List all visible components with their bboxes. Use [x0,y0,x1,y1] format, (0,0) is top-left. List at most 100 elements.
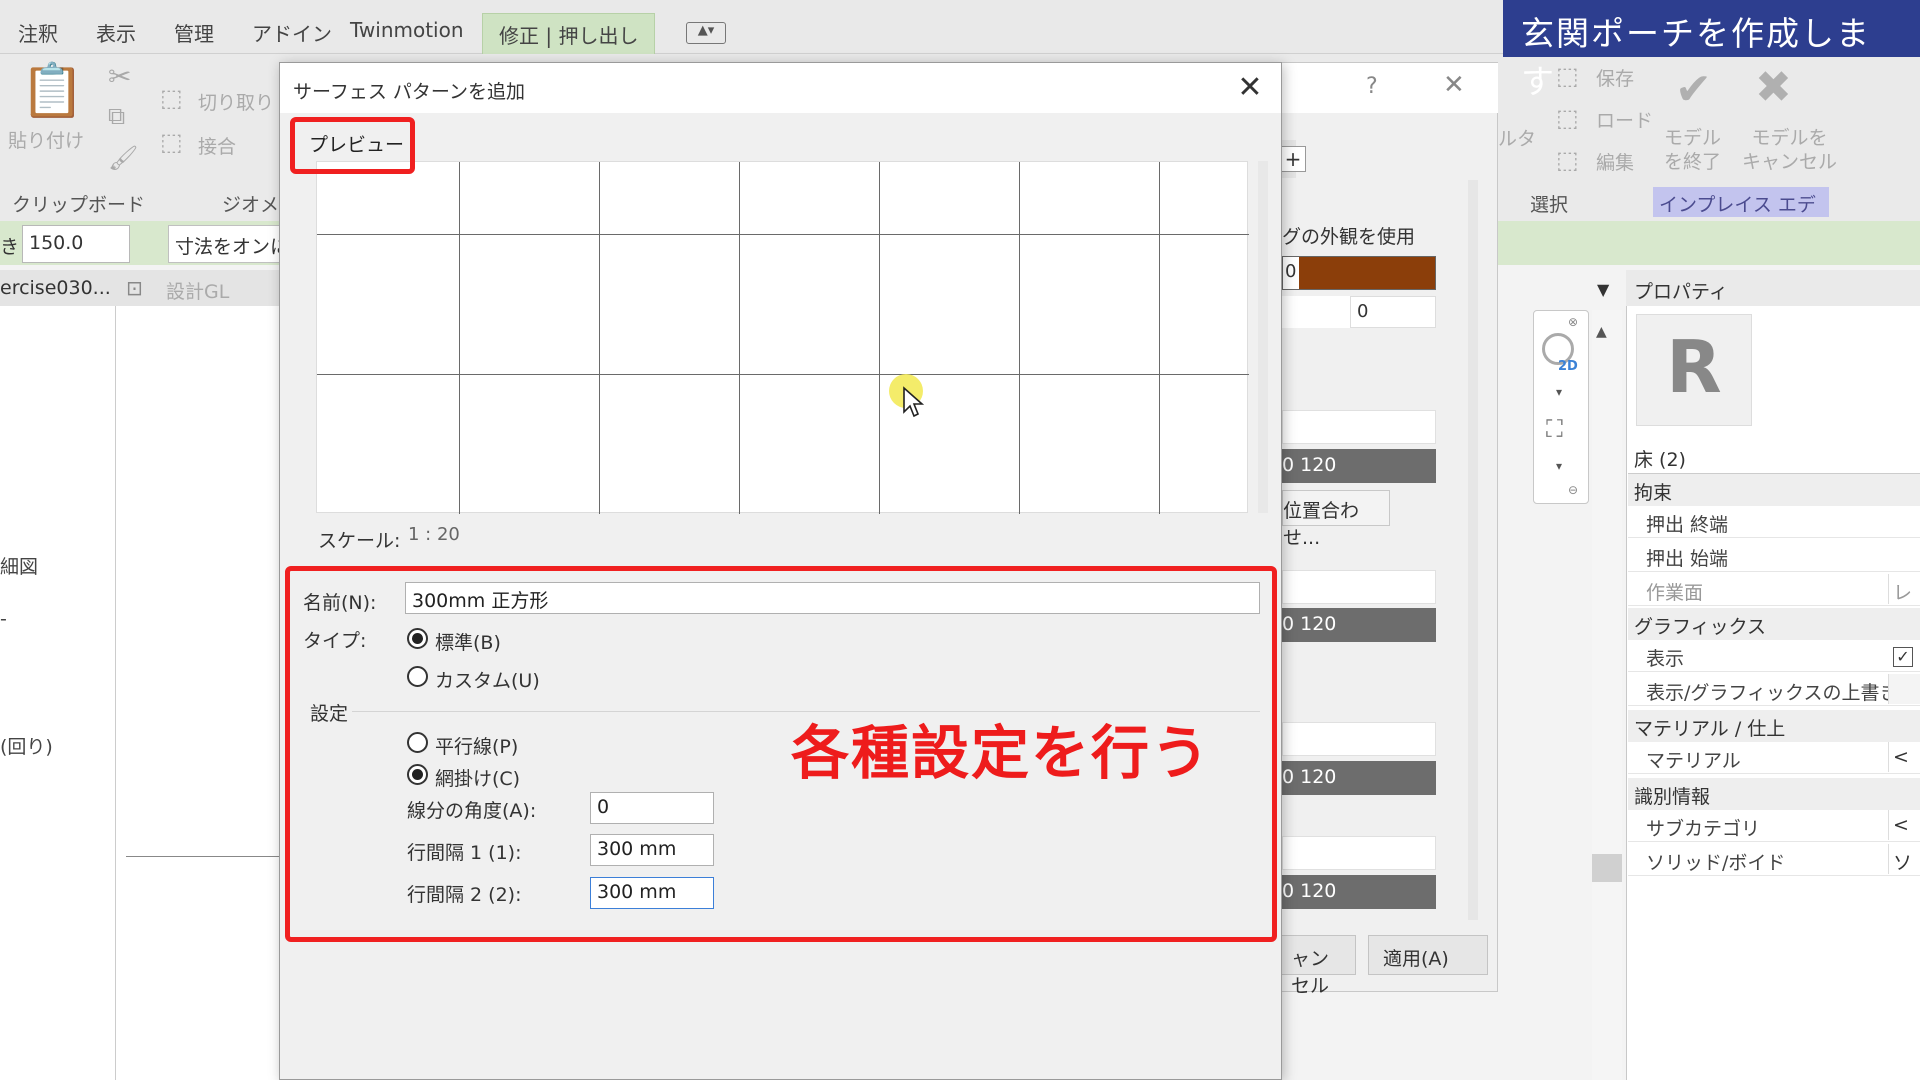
offset-input[interactable]: 150.0 [22,225,130,263]
navbar-close-icon[interactable]: ⊗ [1568,315,1578,329]
paste-button[interactable]: 貼り付け [8,126,84,153]
prop-visible: 表示 [1628,640,1920,672]
cancel-button[interactable]: ャンセル [1276,935,1356,997]
grid-line [317,374,1249,375]
bg-field-1[interactable] [1282,410,1436,444]
2d-badge-icon: 2D [1558,359,1578,374]
load-button[interactable]: ロード [1596,106,1653,133]
edit-button[interactable]: 編集 [1596,148,1634,175]
bg-field-4[interactable] [1282,836,1436,870]
prop-material-value[interactable]: <カ [1888,742,1920,772]
filter-label[interactable]: ルタ [1498,124,1536,151]
bg-field-3[interactable] [1282,722,1436,756]
menu-manage[interactable]: 管理 [174,18,214,47]
add-button[interactable]: + [1280,146,1306,172]
quick-access-dropdown[interactable]: ▲▾ [686,22,726,44]
drawing-canvas[interactable] [116,306,284,1080]
finish-model-check-icon[interactable]: ✔ [1675,64,1712,115]
pattern-preview [316,161,1249,514]
grid-line [459,162,460,514]
paste-icon[interactable]: 📋 [20,60,85,121]
browser-item-around[interactable]: (回り) [0,732,53,759]
prop-extrusion-end[interactable]: 押出 終端 [1628,506,1920,538]
view-scrollbar[interactable]: ▲ [1592,310,1622,1080]
apply-button[interactable]: 適用(A) [1368,935,1488,975]
navbar-options-icon[interactable]: ⊖ [1568,483,1578,497]
offset-label: き [0,236,20,258]
grid-line [879,162,880,514]
scale-label: スケール: [318,530,401,552]
grid-line [739,162,740,514]
edit-icon[interactable]: ⬚ [1556,146,1579,174]
save-button[interactable]: 保存 [1596,64,1634,91]
cut-geometry-icon[interactable]: ⬚ [160,84,183,112]
copy-icon[interactable]: ⧉ [108,102,125,130]
cancel-model-x-icon[interactable]: ✖ [1755,62,1792,113]
preview-highlight-box [290,117,415,174]
use-appearance-label: グの外観を使用 [1282,226,1416,248]
prop-solid-void-value[interactable]: ソリ [1888,844,1920,874]
view-tab-icon: ⊡ [126,276,143,300]
material-color-swatch[interactable]: 0 [1282,256,1436,290]
project-browser: 細図 - (回り) [0,306,116,1080]
join-button[interactable]: 接合 [198,132,236,159]
type-selector[interactable]: 床 (2) [1628,440,1920,474]
section-constraints[interactable]: 拘束 [1628,474,1920,506]
prop-work-plane-value: レベ [1888,574,1920,604]
bg-bar-1: 0 120 [1282,449,1436,483]
clipboard-group-label: クリップボード [12,194,146,216]
section-materials[interactable]: マテリアル / 仕上 [1628,710,1920,742]
bg-bar-3: 0 120 [1282,761,1436,795]
prop-visibility-override: 表示/グラフィックスの上書き [1628,674,1920,706]
background-close-icon[interactable]: ✕ [1443,70,1465,100]
menu-view[interactable]: 表示 [96,18,136,47]
dimension-toggle-button[interactable]: 寸法をオンに [168,225,280,263]
palette-dropdown-icon[interactable]: ▼ [1597,280,1609,299]
match-properties-icon[interactable]: 🖌 [108,144,138,172]
bg-field-2[interactable] [1282,570,1436,604]
offset-field[interactable]: 0 [1350,296,1436,328]
scroll-up-icon[interactable]: ▲ [1596,324,1607,340]
scale-value: 1 : 20 [408,524,460,545]
cancel-model-button[interactable]: モデルを キャンセル [1742,126,1837,174]
annotation-caption: 各種設定を行う [791,719,1212,787]
menu-twinmotion[interactable]: Twinmotion [350,18,464,42]
view-tab-exercise[interactable]: ercise030... [0,277,111,299]
grid-line [599,162,600,514]
grid-line [1019,162,1020,514]
inplace-editor-group-label: インプレイス エディタ [1653,187,1829,243]
background-scrollbar[interactable] [1468,180,1478,920]
view-tab-design-gl[interactable]: 設計GL [166,277,229,304]
visibility-override-edit-button[interactable] [1888,674,1920,704]
tab-modify-extrusion[interactable]: 修正 | 押し出し [482,13,656,54]
zoom-dropdown-icon[interactable]: ▾ [1556,459,1562,473]
load-icon[interactable]: ⬚ [1556,104,1579,132]
finish-model-button[interactable]: モデル を終了 [1664,126,1721,174]
browser-item-detail[interactable]: 細図 [0,552,38,579]
align-button[interactable]: 位置合わせ... [1282,490,1390,549]
dialog-close-icon[interactable]: ✕ [1232,70,1268,106]
join-icon[interactable]: ⬚ [160,128,183,156]
save-icon[interactable]: ⬚ [1556,62,1579,90]
scroll-thumb[interactable] [1592,854,1622,882]
revit-logo-icon: R [1636,314,1752,426]
prop-extrusion-start[interactable]: 押出 始端 [1628,540,1920,572]
section-graphics[interactable]: グラフィックス [1628,608,1920,640]
menu-addins[interactable]: アドイン [252,18,332,47]
cut-button[interactable]: 切り取り [198,88,274,115]
pattern-field[interactable] [1282,296,1350,328]
menu-annotate[interactable]: 注釈 [18,18,58,47]
preview-scrollbar[interactable] [1258,161,1268,513]
zoom-region-icon[interactable]: ⛶ [1546,415,1563,443]
help-icon[interactable]: ? [1366,74,1378,99]
dialog-title: サーフェス パターンを追加 [293,81,525,103]
prop-work-plane: 作業面 [1628,574,1920,606]
scissors-icon[interactable]: ✂ [108,60,131,93]
properties-header: プロパティ [1626,270,1920,306]
visible-checkbox[interactable]: ✓ [1893,647,1913,667]
view-tab-strip: ercise030... ⊡ 設計GL [0,270,280,306]
wheel-dropdown-icon[interactable]: ▾ [1556,385,1562,399]
section-identity[interactable]: 識別情報 [1628,778,1920,810]
prop-subcategory-value[interactable]: <な [1888,810,1920,840]
browser-item-dash[interactable]: - [0,608,7,630]
